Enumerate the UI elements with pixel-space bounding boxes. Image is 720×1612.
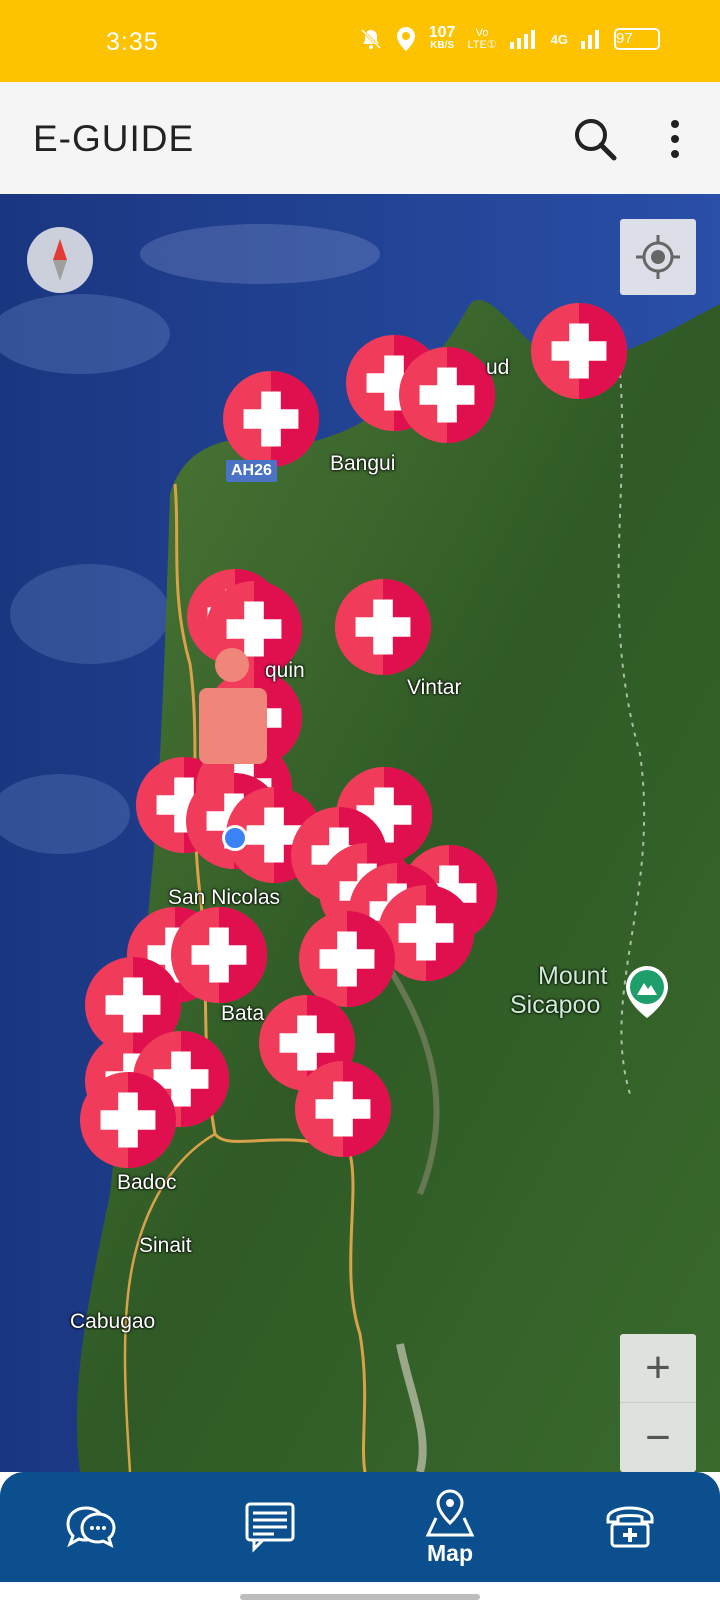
- hospital-marker[interactable]: [222, 370, 320, 468]
- hospital-marker[interactable]: [294, 1060, 392, 1158]
- hospital-marker[interactable]: [79, 1071, 177, 1169]
- place-label-cabugao: Cabugao: [70, 1310, 156, 1333]
- nav-item-news[interactable]: [180, 1472, 360, 1582]
- app-bar: E-GUIDE: [0, 82, 720, 194]
- medical-phone-icon: [606, 1506, 654, 1548]
- net-speed: 107 KB/S: [428, 24, 456, 52]
- zoom-controls: + −: [620, 1334, 696, 1472]
- status-icons: 107 KB/S Vo LTE① 4G 97: [359, 24, 660, 52]
- gesture-bar: [0, 1582, 720, 1612]
- message-list-icon: [245, 1502, 295, 1553]
- crosshair-icon: [636, 235, 680, 279]
- place-label-pagudpud: ud: [486, 356, 510, 379]
- map-view[interactable]: AH26 Bangui ud quin Vintar San Nicolas B…: [0, 194, 720, 1472]
- place-label-burgos: quin: [265, 659, 305, 682]
- zoom-in-button[interactable]: +: [620, 1334, 696, 1403]
- street-view-pegman-icon[interactable]: [199, 646, 271, 776]
- place-label-mount: Mount Sicapoo: [510, 962, 608, 1019]
- more-vert-icon[interactable]: [662, 118, 688, 160]
- nav-item-hotline[interactable]: [540, 1472, 720, 1582]
- hospital-marker[interactable]: [530, 302, 628, 400]
- place-label-badoc: Badoc: [117, 1171, 177, 1194]
- place-label-vintar: Vintar: [407, 676, 462, 699]
- status-bar: 3:35 107 KB/S Vo LTE① 4G 97: [0, 0, 720, 82]
- hospital-marker[interactable]: [398, 346, 496, 444]
- compass-needle-icon: [53, 239, 67, 281]
- bottom-navigation: Map: [0, 1472, 720, 1582]
- location-icon: [396, 27, 415, 51]
- signal-icon-2: [581, 30, 599, 49]
- status-time: 3:35: [106, 28, 159, 56]
- nav-item-chat[interactable]: [0, 1472, 180, 1582]
- place-label-sinait: Sinait: [139, 1234, 192, 1257]
- place-label-bangui: Bangui: [330, 452, 396, 475]
- battery-icon: 97: [614, 28, 660, 50]
- hospital-marker[interactable]: [334, 578, 432, 676]
- network-type: 4G: [550, 31, 568, 47]
- volte-indicator: Vo LTE①: [467, 27, 497, 51]
- map-pin-icon: [425, 1488, 475, 1536]
- home-indicator[interactable]: [240, 1594, 480, 1600]
- my-location-button[interactable]: [620, 219, 696, 295]
- compass-button[interactable]: [27, 227, 93, 293]
- user-location-dot: [222, 825, 248, 851]
- chat-bubbles-icon: [66, 1506, 116, 1548]
- zoom-out-button[interactable]: −: [620, 1403, 696, 1472]
- signal-icon: [509, 30, 535, 49]
- place-label-batac: Bata: [221, 1002, 265, 1025]
- search-icon[interactable]: [570, 114, 620, 164]
- mountain-pin-icon[interactable]: [624, 964, 670, 1020]
- road-badge: AH26: [226, 460, 277, 482]
- app-title: E-GUIDE: [33, 118, 195, 159]
- nav-label-map: Map: [427, 1539, 473, 1566]
- place-label-san-nicolas: San Nicolas: [168, 886, 281, 909]
- nav-item-map[interactable]: Map: [360, 1472, 540, 1582]
- mute-bell-icon: [360, 28, 381, 50]
- hospital-marker[interactable]: [170, 906, 268, 1004]
